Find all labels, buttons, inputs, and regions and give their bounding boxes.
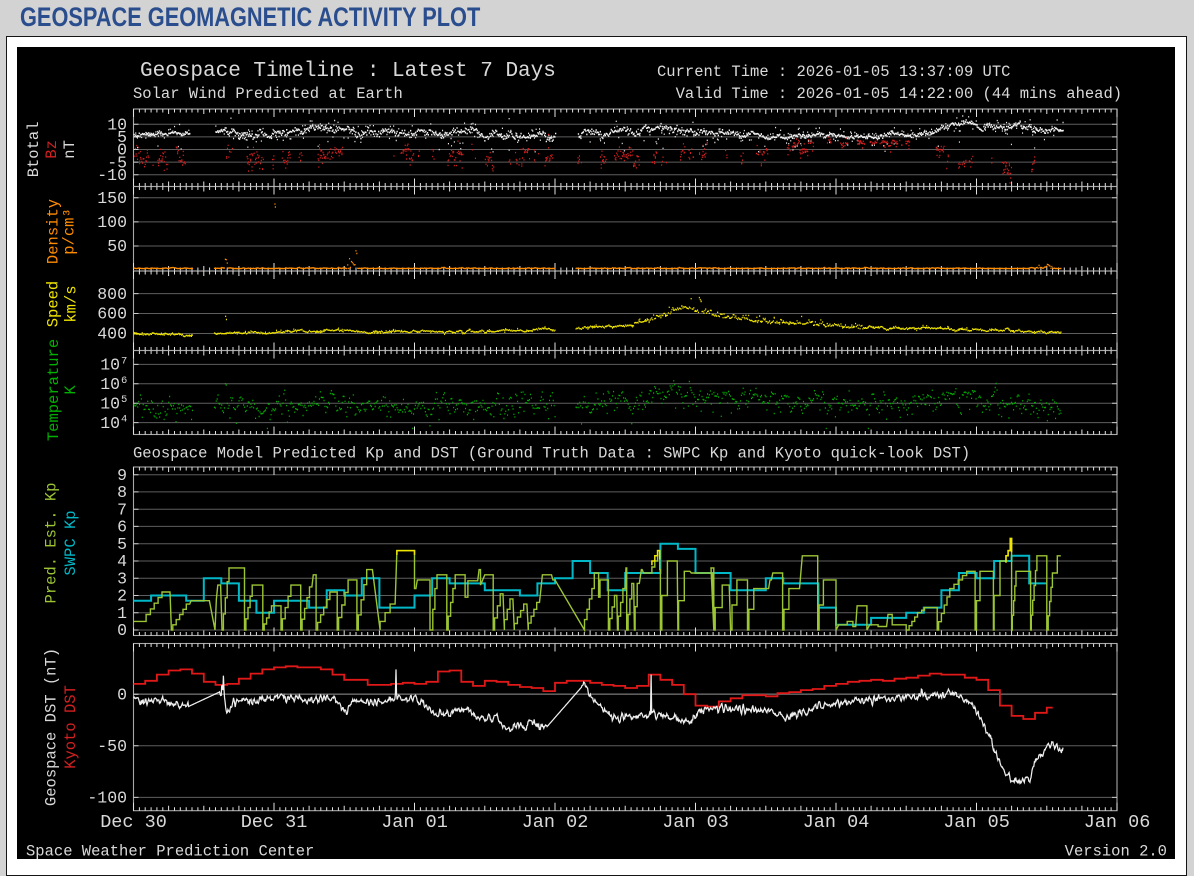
svg-text:9: 9 [117, 466, 127, 485]
svg-text:0: 0 [117, 621, 127, 640]
svg-text:Geospace Timeline : Latest 7 D: Geospace Timeline : Latest 7 Days [140, 60, 556, 83]
svg-text:Jan 05: Jan 05 [943, 812, 1010, 833]
svg-text:2: 2 [117, 587, 127, 606]
svg-text:150: 150 [97, 189, 127, 208]
svg-text:Pred. Est. Kp: Pred. Est. Kp [43, 483, 61, 604]
svg-text:Btotal: Btotal [25, 121, 43, 177]
svg-text:Space Weather Prediction Cente: Space Weather Prediction Center [26, 843, 314, 860]
svg-text:0: 0 [117, 685, 127, 704]
svg-text:10: 10 [100, 394, 120, 413]
svg-text:Jan 01: Jan 01 [381, 812, 448, 833]
svg-text:400: 400 [97, 325, 127, 344]
svg-text:5: 5 [117, 535, 127, 554]
svg-text:Dec 30: Dec 30 [100, 812, 167, 833]
svg-text:Jan 03: Jan 03 [662, 812, 729, 833]
svg-text:SWPC Kp: SWPC Kp [62, 510, 80, 575]
svg-text:-10: -10 [97, 166, 127, 185]
svg-text:Temperature: Temperature [45, 339, 63, 441]
svg-text:7: 7 [117, 500, 127, 519]
svg-text:Speed: Speed [44, 281, 62, 328]
svg-text:Jan 04: Jan 04 [803, 812, 870, 833]
svg-text:10: 10 [100, 356, 120, 375]
svg-text:8: 8 [117, 483, 127, 502]
svg-text:nT: nT [61, 140, 79, 159]
svg-text:4: 4 [121, 414, 127, 426]
svg-text:800: 800 [97, 285, 127, 304]
svg-text:-100: -100 [87, 789, 127, 808]
svg-text:600: 600 [97, 305, 127, 324]
svg-text:Dec 31: Dec 31 [241, 812, 308, 833]
svg-text:K: K [62, 385, 80, 395]
svg-text:50: 50 [107, 237, 127, 256]
svg-text:6: 6 [117, 518, 127, 537]
svg-text:Jan 02: Jan 02 [522, 812, 589, 833]
svg-text:-50: -50 [97, 737, 127, 756]
svg-text:10: 10 [100, 375, 120, 394]
svg-text:3: 3 [117, 569, 127, 588]
svg-text:Jan 06: Jan 06 [1084, 812, 1151, 833]
svg-text:Geospace DST (nT): Geospace DST (nT) [43, 648, 61, 806]
svg-text:4: 4 [117, 552, 127, 571]
svg-text:1: 1 [117, 604, 127, 623]
svg-text:Version 2.0: Version 2.0 [1065, 843, 1167, 860]
svg-text:10: 10 [100, 414, 120, 433]
svg-text:p/cm³: p/cm³ [61, 208, 79, 255]
svg-text:Valid Time : 2026-01-05 14:22:: Valid Time : 2026-01-05 14:22:00 (44 min… [657, 85, 1122, 103]
svg-text:Bz: Bz [43, 140, 61, 159]
svg-text:Solar Wind Predicted at Earth: Solar Wind Predicted at Earth [133, 85, 403, 103]
svg-text:km/s: km/s [62, 285, 80, 322]
svg-text:7: 7 [121, 355, 127, 367]
svg-text:6: 6 [121, 375, 127, 387]
svg-text:100: 100 [97, 213, 127, 232]
svg-text:5: 5 [121, 394, 127, 406]
svg-text:Kyoto DST: Kyoto DST [62, 685, 80, 769]
svg-text:Current Time : 2026-01-05 13:3: Current Time : 2026-01-05 13:37:09 UTC [657, 63, 1010, 81]
svg-text:Geospace Model Predicted Kp an: Geospace Model Predicted Kp and DST (Gro… [133, 445, 970, 463]
